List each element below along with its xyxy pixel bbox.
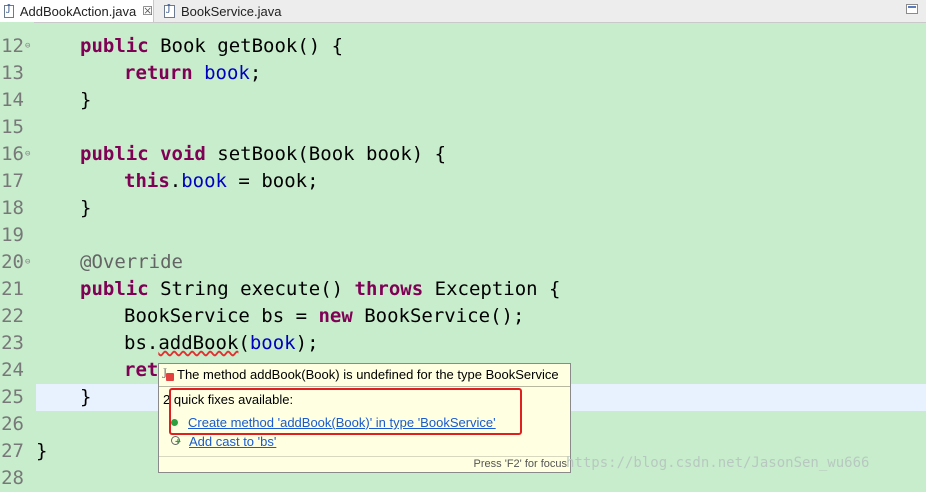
line-number: 24 xyxy=(1,359,24,381)
line-number: 17 xyxy=(1,170,24,192)
restore-editor-icon[interactable] xyxy=(906,4,918,14)
quick-fix-item[interactable]: Add cast to 'bs' xyxy=(171,434,276,449)
code-line-21: public String execute() throws Exception… xyxy=(80,278,561,300)
divider xyxy=(159,456,570,457)
line-number: 14 xyxy=(1,89,24,111)
line-number: 19 xyxy=(1,224,24,246)
error-message: The method addBook(Book) is undefined fo… xyxy=(163,367,559,382)
fold-collapse-icon[interactable]: ⊖ xyxy=(25,249,30,276)
editor-tab-bar: J AddBookAction.java ☒ J BookService.jav… xyxy=(0,0,926,23)
code-line-23: bs.addBook(book); xyxy=(124,332,319,354)
code-line-13: return book; xyxy=(124,62,262,84)
annotation-highlight-box xyxy=(169,388,522,435)
line-number: 25 xyxy=(1,386,24,408)
code-line-14: } xyxy=(80,89,92,111)
line-number: 18 xyxy=(1,197,24,219)
error-icon xyxy=(163,368,175,381)
code-line-18: } xyxy=(80,197,92,219)
line-number: 22 xyxy=(1,305,24,327)
tab-label: BookService.java xyxy=(181,3,282,19)
line-number: 13 xyxy=(1,62,24,84)
code-line-17: this.book = book; xyxy=(124,170,319,192)
quick-fix-popup[interactable]: The method addBook(Book) is undefined fo… xyxy=(158,363,571,473)
tab-addbookaction[interactable]: J AddBookAction.java ☒ xyxy=(0,0,154,22)
line-number: 27 xyxy=(1,440,24,462)
line-number: 28 xyxy=(1,467,24,489)
line-number: 16 xyxy=(1,143,24,165)
code-line-20: @Override xyxy=(80,251,183,273)
code-line-24: ret xyxy=(124,359,159,381)
java-file-icon: J xyxy=(4,4,14,18)
focus-hint: Press 'F2' for focus xyxy=(473,458,567,470)
code-line-12: public Book getBook() { xyxy=(80,35,344,57)
fold-collapse-icon[interactable]: ⊖ xyxy=(25,33,30,60)
line-number: 15 xyxy=(1,116,24,138)
line-number: 12 xyxy=(1,35,24,57)
add-cast-link[interactable]: Add cast to 'bs' xyxy=(189,434,276,449)
tab-label: AddBookAction.java xyxy=(19,3,137,19)
add-cast-icon xyxy=(171,436,182,448)
tab-bookservice[interactable]: J BookService.java xyxy=(160,0,300,22)
watermark: https://blog.csdn.net/JasonSen_wu666 xyxy=(566,455,870,471)
divider xyxy=(159,386,570,387)
line-number: 26 xyxy=(1,413,24,435)
line-number: 21 xyxy=(1,278,24,300)
code-line-16: public void setBook(Book book) { xyxy=(80,143,447,165)
fold-collapse-icon[interactable]: ⊖ xyxy=(25,141,30,168)
code-line-27: } xyxy=(36,440,48,462)
line-number: 20 xyxy=(1,251,24,273)
line-number: 23 xyxy=(1,332,24,354)
close-tab-icon[interactable]: ☒ xyxy=(142,4,153,18)
code-line-22: BookService bs = new BookService(); xyxy=(124,305,525,327)
error-underline: addBook xyxy=(158,332,239,354)
code-line-25: } xyxy=(80,386,92,408)
java-file-icon: J xyxy=(164,4,175,18)
